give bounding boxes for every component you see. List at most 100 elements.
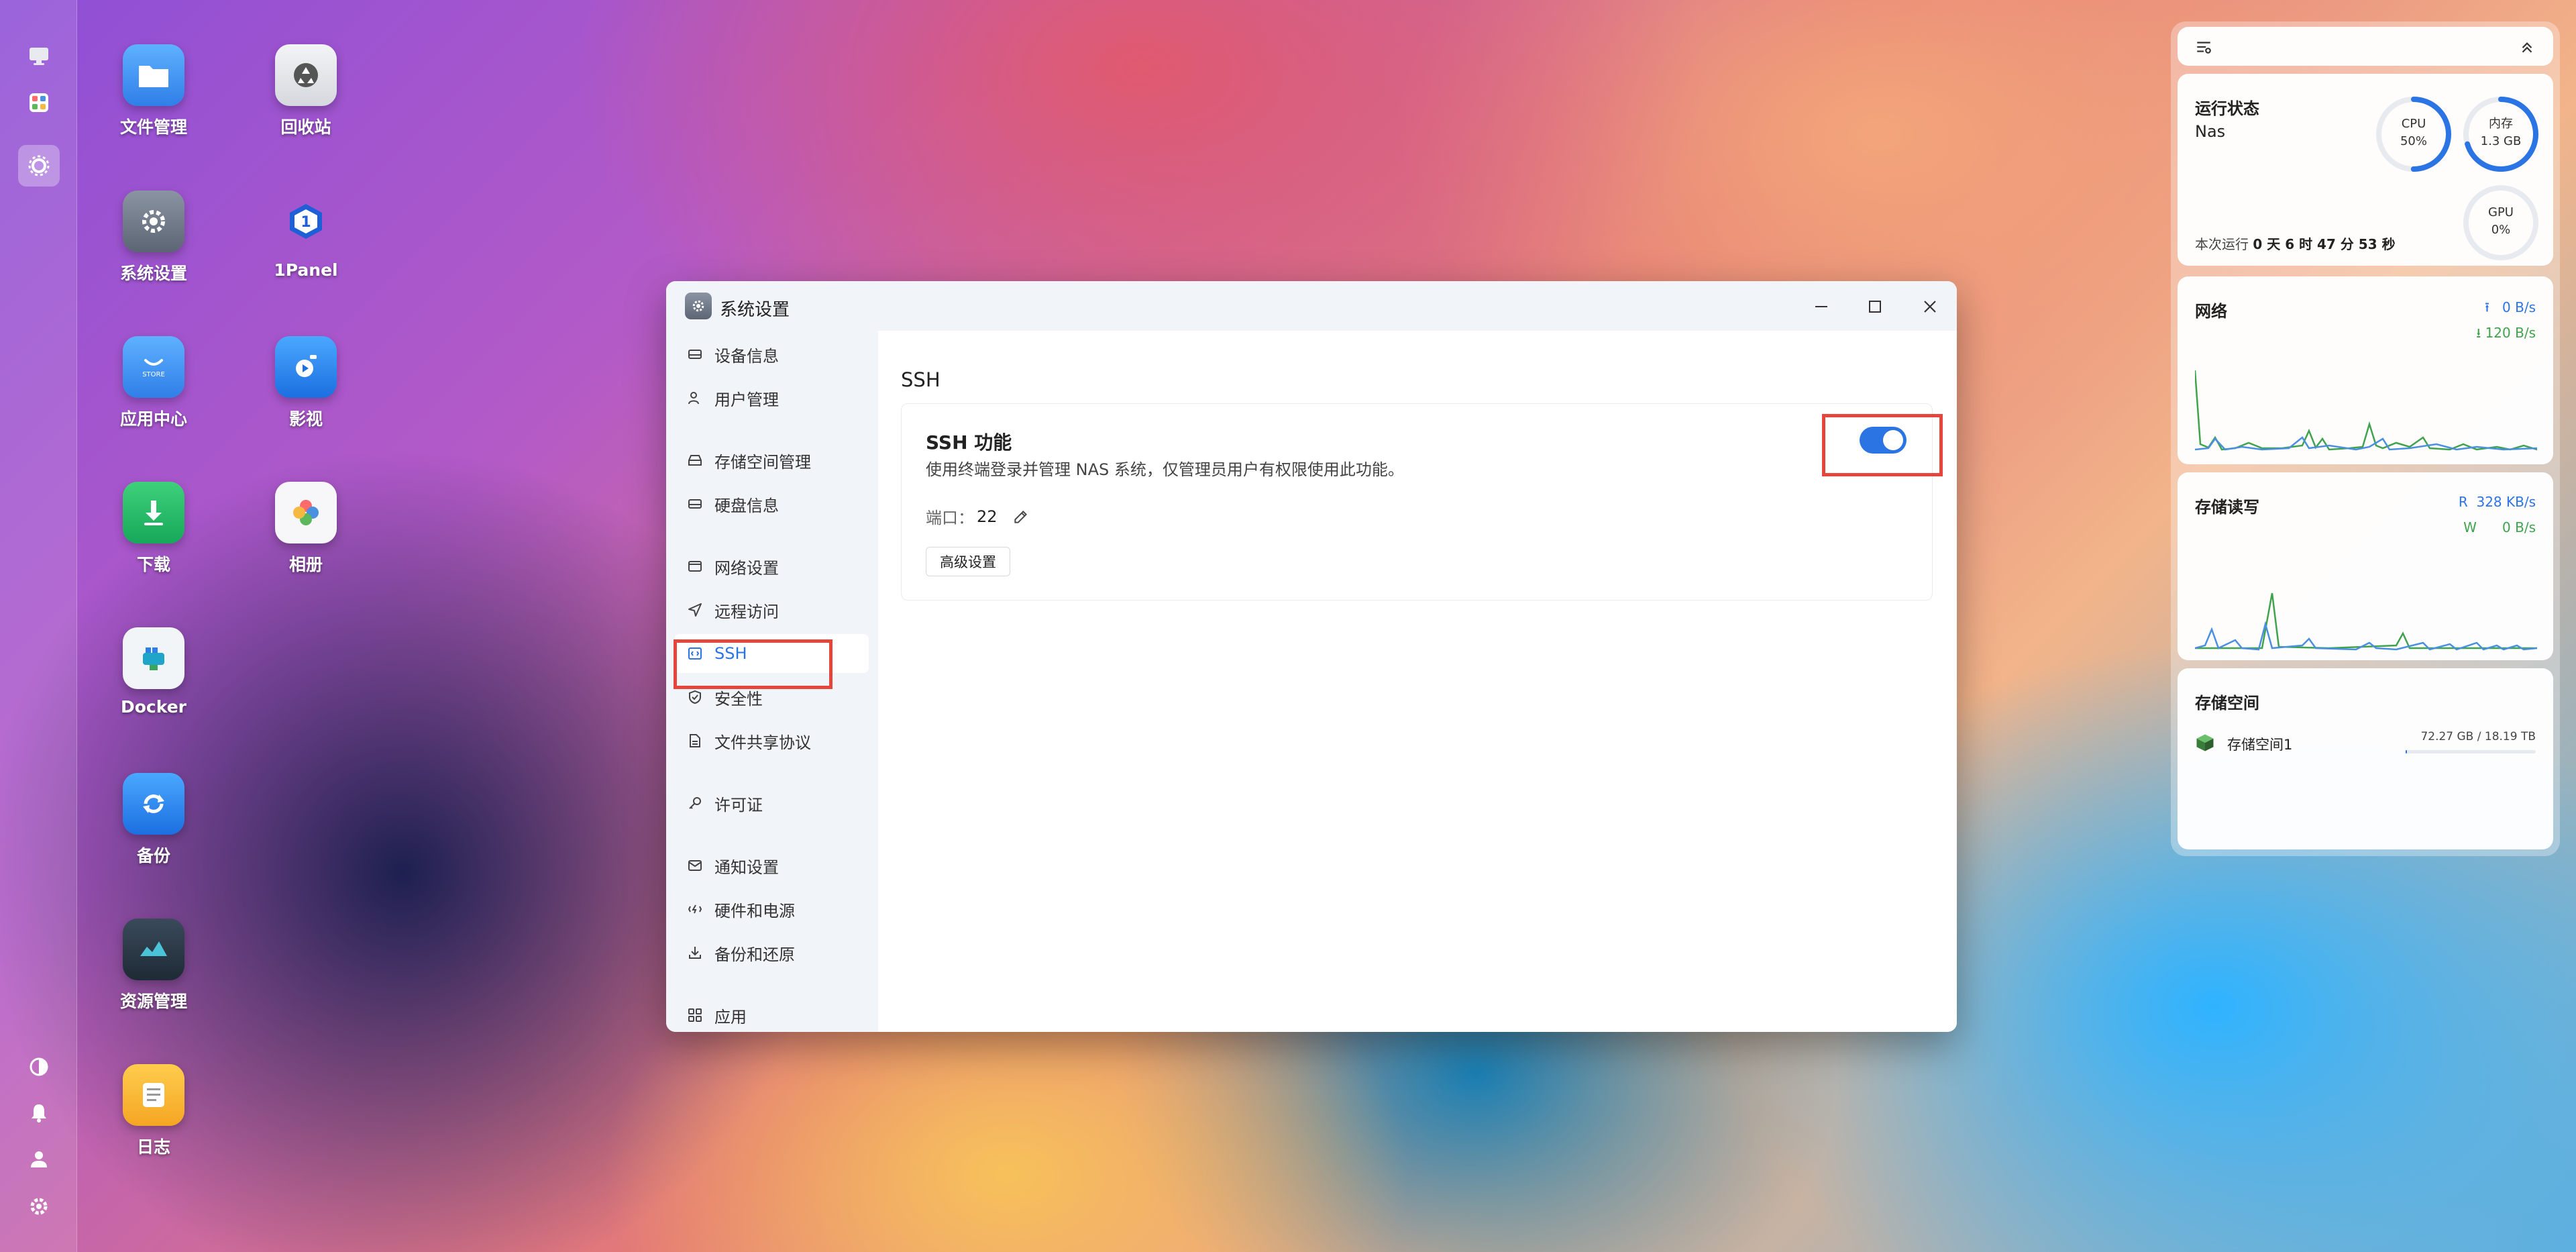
restore-icon: [686, 944, 704, 961]
storage-io-widget[interactable]: 存储读写 R 328 KB/s W 0 B/s: [2178, 472, 2553, 660]
hard-drive-icon: [686, 346, 704, 363]
highlight-box-ssh-nav: [674, 639, 833, 689]
edit-icon[interactable]: [1012, 508, 1030, 525]
sidebar-item-users[interactable]: 用户管理: [674, 378, 869, 417]
desktop-icon-backup[interactable]: 备份: [93, 773, 214, 867]
settings-dock-icon[interactable]: [18, 145, 60, 187]
desktop-icon-1panel[interactable]: 1 1Panel: [246, 191, 366, 280]
sidebar-item-network[interactable]: 网络设置: [674, 547, 869, 586]
desktop-icon-label: 相册: [288, 555, 323, 574]
1panel-icon: 1: [275, 191, 337, 252]
bell-icon[interactable]: [20, 1094, 58, 1131]
advanced-settings-button[interactable]: 高级设置: [926, 547, 1010, 576]
status-widget[interactable]: 运行状态 Nas CPU 50% 内存 1.3 GB GPU 0% 本次运行 0 天 …: [2178, 74, 2553, 266]
collapse-icon[interactable]: [2518, 38, 2536, 58]
ssh-card-description: 使用终端登录并管理 NAS 系统，仅管理员用户有权限使用此功能。: [926, 460, 1404, 479]
sidebar-item-remote-access[interactable]: 远程访问: [674, 590, 869, 629]
sidebar-item-label: 远程访问: [714, 602, 779, 621]
desktop-icon-resource-monitor[interactable]: 资源管理: [93, 919, 214, 1012]
recycle-bin-icon: [275, 44, 337, 106]
widget-toolbar: [2178, 27, 2553, 66]
storage-usage-bar: [2406, 750, 2536, 753]
read-rate: R 328 KB/s: [2458, 494, 2536, 510]
desktop-icon-photos[interactable]: 相册: [246, 482, 366, 576]
write-rate: W 0 B/s: [2463, 519, 2536, 535]
network-icon: [686, 558, 704, 575]
disk-icon: [686, 495, 704, 513]
log-icon: [123, 1064, 184, 1126]
desktop-icon-recycle-bin[interactable]: 回收站: [246, 44, 366, 138]
storage-icon: [686, 452, 704, 469]
gpu-readout: GPU 0%: [2488, 205, 2514, 237]
sidebar-item-hardware-power[interactable]: 硬件和电源: [674, 890, 869, 929]
file-icon: [686, 732, 704, 749]
sidebar-item-label: 硬盘信息: [714, 496, 779, 515]
sidebar-item-backup-restore[interactable]: 备份和还原: [674, 933, 869, 972]
desktop-icon-download[interactable]: 下载: [93, 482, 214, 576]
desktop-icon-label: Docker: [121, 697, 186, 717]
sidebar-item-label: 硬件和电源: [714, 901, 795, 921]
sidebar-item-label: 用户管理: [714, 390, 779, 409]
desktop-icon-video[interactable]: 影视: [246, 336, 366, 430]
desktop-icon[interactable]: [20, 37, 58, 74]
close-button[interactable]: [1917, 293, 1943, 320]
desktop-icon-label: 资源管理: [119, 992, 187, 1011]
download-arrow-icon: ⭳: [2476, 325, 2481, 341]
desktop-icon-label: 应用中心: [119, 409, 187, 429]
user-icon[interactable]: [20, 1141, 58, 1178]
sidebar-item-disk[interactable]: 硬盘信息: [674, 484, 869, 523]
desktop-icon-docker[interactable]: Docker: [93, 627, 214, 717]
upload-rate: ⭱ 0 B/s: [2484, 299, 2536, 315]
memory-readout: 内存 1.3 GB: [2480, 117, 2522, 148]
gear-icon[interactable]: [20, 1188, 58, 1225]
host-name: Nas: [2195, 122, 2226, 141]
sidebar-item-license[interactable]: 许可证: [674, 784, 869, 823]
theme-icon[interactable]: [20, 1048, 58, 1086]
folder-icon: [123, 44, 184, 106]
sidebar-item-file-sharing[interactable]: 文件共享协议: [674, 721, 869, 760]
user-icon: [686, 389, 704, 407]
sidebar-item-label: 存储空间管理: [714, 452, 811, 472]
desktop-icon-label: 影视: [288, 409, 323, 429]
ssh-port-row: 端口： 22: [926, 505, 1030, 528]
sidebar-item-device-info[interactable]: 设备信息: [674, 335, 869, 374]
desktop-icon-label: 系统设置: [119, 264, 187, 283]
window-titlebar[interactable]: 系统设置: [666, 281, 1957, 331]
desktop-icon-settings[interactable]: 系统设置: [93, 191, 214, 284]
download-rate: ⭳ 120 B/s: [2476, 325, 2536, 341]
left-dock: [0, 0, 77, 1252]
storage-space-widget-title: 存储空间: [2195, 694, 2259, 713]
download-icon: [123, 482, 184, 543]
sidebar-item-label: 应用: [714, 1007, 747, 1027]
desktop-icon-label: 1Panel: [274, 260, 338, 280]
video-icon: [275, 336, 337, 398]
desktop-icon-app-center[interactable]: STORE 应用中心: [93, 336, 214, 430]
docker-icon: [123, 627, 184, 689]
desktop-icon-log[interactable]: 日志: [93, 1064, 214, 1158]
network-widget[interactable]: 网络 ⭱ 0 B/s ⭳ 120 B/s: [2178, 276, 2553, 464]
network-widget-title: 网络: [2195, 302, 2227, 321]
settings-content: SSH SSH 功能 使用终端登录并管理 NAS 系统，仅管理员用户有权限使用此…: [878, 331, 1957, 1032]
desktop-icon-files[interactable]: 文件管理: [93, 44, 214, 138]
port-label: 端口：: [926, 509, 974, 527]
page-title: SSH: [901, 368, 941, 391]
settings-app-icon: [685, 293, 712, 319]
storage-space-widget[interactable]: 存储空间 存储空间1 72.27 GB / 18.19 TB: [2178, 668, 2553, 849]
desktop-icon-label: 回收站: [280, 117, 331, 137]
app-grid-icon[interactable]: [20, 84, 58, 121]
widget-settings-icon[interactable]: [2195, 38, 2212, 58]
gear-icon: [123, 191, 184, 252]
window-title: 系统设置: [720, 300, 790, 320]
storage-pool-icon: [2195, 733, 2215, 755]
minimize-button[interactable]: [1808, 293, 1835, 320]
maximize-button[interactable]: [1862, 293, 1888, 320]
mail-icon: [686, 857, 704, 874]
sidebar-item-apps[interactable]: 应用: [674, 996, 869, 1032]
sidebar-item-label: 网络设置: [714, 558, 779, 578]
key-icon: [686, 794, 704, 812]
sidebar-item-label: 设备信息: [714, 346, 779, 366]
sidebar-item-storage[interactable]: 存储空间管理: [674, 441, 869, 480]
settings-window: 系统设置 设备信息 用户管理 存储空间管理 硬盘信息 网络设置 远程访问 SSH…: [666, 281, 1957, 1032]
backup-icon: [123, 773, 184, 835]
sidebar-item-notifications[interactable]: 通知设置: [674, 846, 869, 885]
